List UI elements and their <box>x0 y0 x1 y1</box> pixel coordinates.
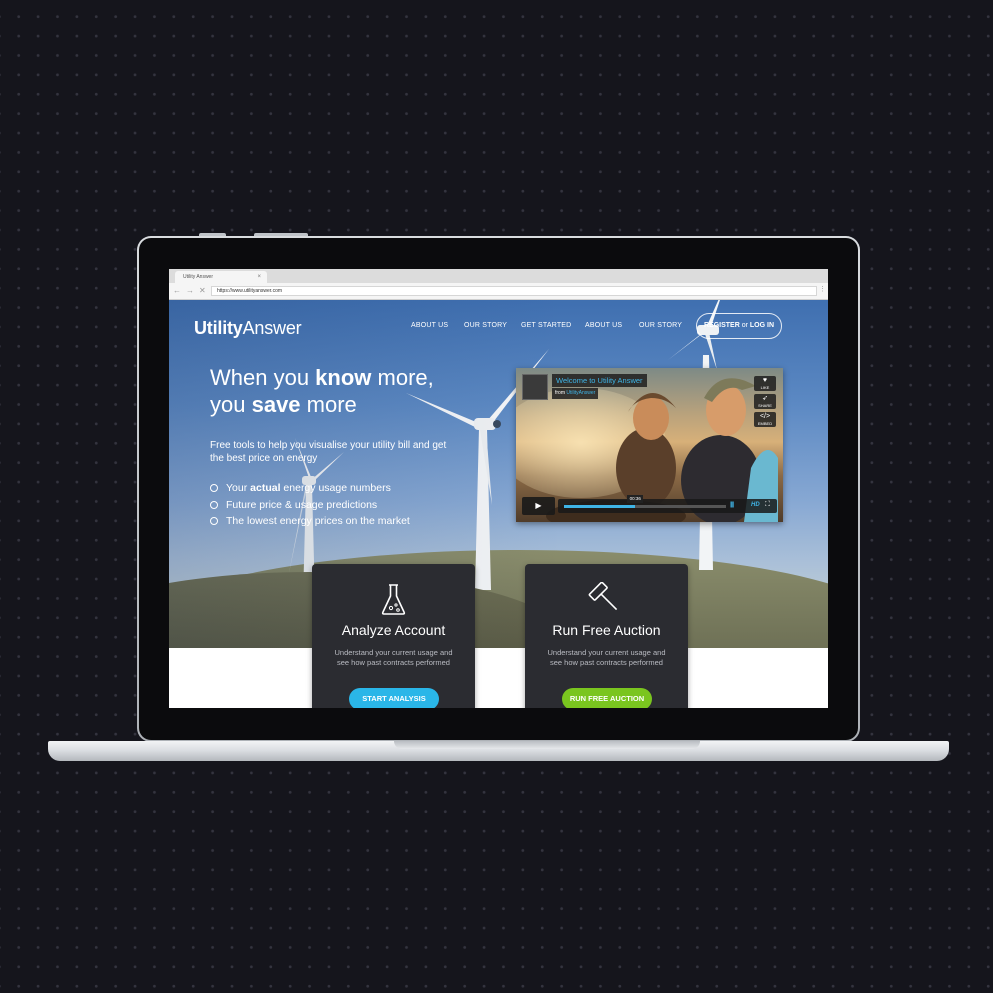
feature-list-item: Your actual energy usage numbers <box>210 480 410 497</box>
feature-text: energy usage numbers <box>283 482 391 495</box>
share-button[interactable]: ➶ SHARE <box>754 394 776 409</box>
hero-title-text: you <box>210 392 252 417</box>
feature-text: Future price & usage predictions <box>226 498 378 511</box>
circle-bullet-icon <box>210 484 218 493</box>
gavel-icon <box>588 582 618 611</box>
flask-icon <box>381 584 406 615</box>
nav-link-our-story-2[interactable]: OUR STORY <box>639 322 682 329</box>
share-icon: ➶ <box>762 395 768 402</box>
back-arrow-icon[interactable]: ← <box>173 286 181 296</box>
share-label: SHARE <box>758 403 772 408</box>
feature-list-item: The lowest energy prices on the market <box>210 513 410 530</box>
heart-icon: ♥ <box>762 377 768 384</box>
nav-link-our-story[interactable]: OUR STORY <box>464 322 507 329</box>
web-page: UtilityAnswer ABOUT US OUR STORY GET STA… <box>169 300 828 708</box>
laptop-base <box>48 741 949 761</box>
video-progress-bar[interactable]: 00:36 |||||| HD ⛶ <box>558 495 777 513</box>
start-analysis-button[interactable]: START ANALYSIS <box>349 688 439 708</box>
hero-subtitle: Free tools to help you visualise your ut… <box>210 440 447 464</box>
code-icon: </> <box>759 413 771 420</box>
hero-section: UtilityAnswer ABOUT US OUR STORY GET STA… <box>169 300 828 648</box>
feature-list: Your actual energy usage numbers Future … <box>210 480 410 530</box>
tab-close-icon[interactable]: × <box>257 271 261 283</box>
fullscreen-icon[interactable]: ⛶ <box>765 501 770 509</box>
stop-icon[interactable]: ✕ <box>199 286 206 296</box>
card-description: Understand your current usage and see ho… <box>334 648 453 667</box>
run-free-auction-button[interactable]: RUN FREE AUCTION <box>562 688 652 708</box>
like-button[interactable]: ♥ LIKE <box>754 376 776 391</box>
nav-link-about-us-2[interactable]: ABOUT US <box>585 322 622 329</box>
embed-label: EMBED <box>757 421 773 426</box>
nav-link-about-us[interactable]: ABOUT US <box>411 322 448 329</box>
hd-toggle[interactable]: HD <box>751 502 760 508</box>
feature-list-item: Future price & usage predictions <box>210 497 410 514</box>
circle-bullet-icon <box>210 500 218 509</box>
laptop-opening-notch <box>394 741 700 749</box>
nav-link-get-started[interactable]: GET STARTED <box>521 322 571 329</box>
card-title: Analyze Account <box>341 622 446 638</box>
feature-emphasis: actual <box>250 482 281 495</box>
channel-thumbnail[interactable] <box>522 374 548 400</box>
like-label: LIKE <box>760 385 770 390</box>
hero-title-text: more, <box>371 365 434 390</box>
embed-button[interactable]: </> EMBED <box>754 412 776 427</box>
video-byline: from UtilityAnswer <box>552 388 599 399</box>
hero-title-emphasis: know <box>315 365 372 390</box>
volume-icon[interactable]: |||||| <box>730 502 734 508</box>
feature-text: The lowest energy prices on the market <box>226 515 410 528</box>
video-player[interactable]: Welcome to Utility Answer from UtilityAn… <box>516 368 783 522</box>
analyze-account-card: Analyze Account Understand your current … <box>312 564 475 708</box>
browser-tab-title: Utility Answer <box>183 274 214 280</box>
play-button[interactable]: ▶ <box>522 497 555 515</box>
circle-bullet-icon <box>210 517 218 526</box>
hero-title: When you know more, you save more <box>210 364 434 418</box>
progress-fill <box>564 505 636 508</box>
browser-address-bar: ← → ✕ https://www.utilityanswer.com ⋮ <box>169 283 828 300</box>
url-field[interactable]: https://www.utilityanswer.com <box>211 286 817 296</box>
hero-title-text: more <box>300 392 357 417</box>
playhead-time: 00:36 <box>627 495 644 503</box>
video-controls: ▶ 00:36 |||||| HD ⛶ <box>522 495 777 515</box>
progress-track[interactable]: 00:36 <box>564 495 726 508</box>
laptop-screen: Utility Answer × ← → ✕ https://www.utili… <box>169 269 828 708</box>
register-login-button[interactable]: REGISTER or LOG IN <box>696 313 782 339</box>
browser-tab[interactable]: Utility Answer × <box>175 271 267 283</box>
login-label: LOG IN <box>749 322 775 329</box>
video-title[interactable]: Welcome to Utility Answer <box>552 374 647 387</box>
byline-prefix: from <box>555 390 567 396</box>
run-free-auction-card: Run Free Auction Understand your current… <box>525 564 688 708</box>
browser-tab-strip: Utility Answer × <box>169 269 828 283</box>
register-label: REGISTER <box>703 322 740 329</box>
hero-title-text: When you <box>210 365 316 390</box>
hero-title-emphasis: save <box>251 392 301 417</box>
play-icon: ▶ <box>535 501 542 510</box>
card-title: Run Free Auction <box>552 622 661 638</box>
browser-menu-icon[interactable]: ⋮ <box>819 285 826 293</box>
register-or-text: or <box>739 322 750 329</box>
forward-arrow-icon[interactable]: → <box>186 286 194 296</box>
byline-link[interactable]: UtilityAnswer <box>566 390 595 396</box>
card-description: Understand your current usage and see ho… <box>547 648 666 667</box>
feature-text: Your <box>226 482 248 495</box>
